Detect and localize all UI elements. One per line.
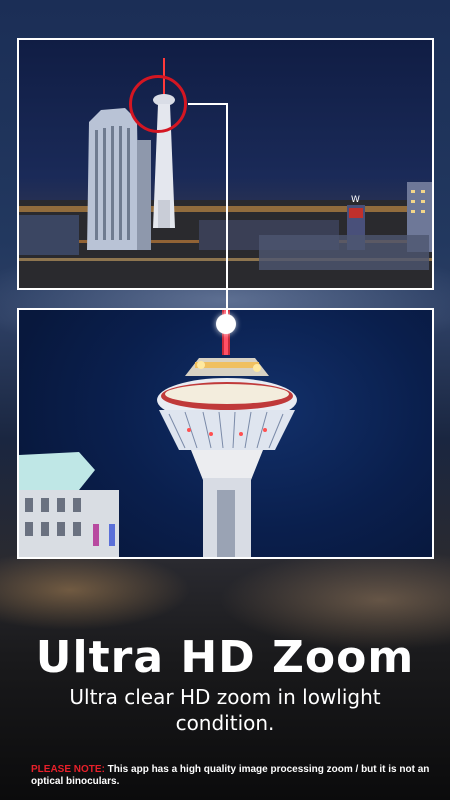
zoomed-tower-image: [19, 310, 297, 557]
zoom-target-ring: [129, 75, 187, 133]
disclaimer-label: PLEASE NOTE:: [31, 764, 105, 775]
zoom-connector-line: [188, 103, 227, 105]
promo-subheadline: Ultra clear HD zoom in lowlight conditio…: [69, 685, 381, 735]
disclaimer-note: PLEASE NOTE: This app has a high quality…: [31, 764, 431, 788]
zoom-connector-line-vertical: [226, 103, 228, 323]
zoom-anchor-dot: [216, 314, 236, 334]
promo-headline: Ultra HD Zoom: [35, 632, 415, 683]
zoomed-view-frame: [17, 308, 434, 559]
hotel-sign: W: [351, 195, 360, 205]
